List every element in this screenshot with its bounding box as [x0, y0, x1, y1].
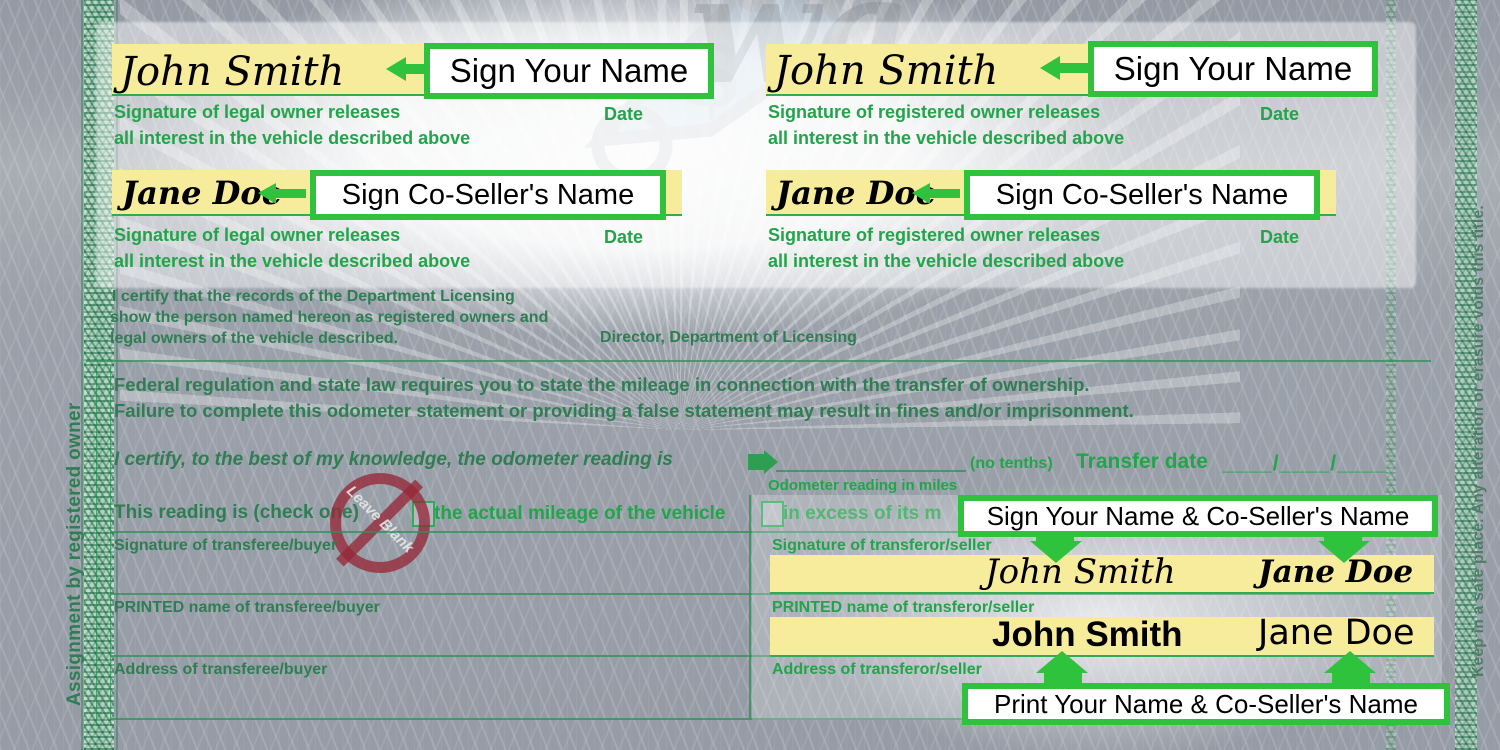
callout-sign-your-name-right: Sign Your Name [1088, 41, 1378, 97]
certification-line2: show the person named hereon as register… [110, 309, 549, 326]
arrow-to-seller-co-signature [1318, 531, 1370, 563]
legal-co-owner-caption-line2: all interest in the vehicle described ab… [114, 251, 471, 271]
seller-printed-value: John Smith [992, 615, 1183, 654]
option-in-excess-label: in excess of its m [783, 503, 942, 524]
arrow-to-registered-owner-signature [1040, 54, 1090, 82]
arrow-to-seller-printed [1036, 651, 1088, 685]
registered-co-owner-date-label: Date [1260, 227, 1300, 247]
director-label: Director, Department of Licensing [600, 329, 857, 346]
federal-regulation-line1: Federal regulation and state law require… [114, 374, 1090, 395]
section-divider-rule [86, 360, 1431, 362]
registered-owner-caption-line2: all interest in the vehicle described ab… [768, 128, 1125, 148]
legal-owner-caption-line2: all interest in the vehicle described ab… [114, 128, 471, 148]
transfer-column-divider [749, 495, 751, 718]
legal-co-owner-date-label: Date [604, 227, 644, 247]
callout-print-both-names: Print Your Name & Co-Seller's Name [962, 683, 1450, 725]
arrow-to-legal-co-owner-signature [258, 181, 306, 205]
checkbox-actual-mileage[interactable] [412, 501, 435, 527]
registered-owner-caption-line1: Signature of registered owner releases [768, 102, 1101, 122]
assignment-box-inner-rule [110, 366, 111, 726]
certification-line3: legal owners of the vehicle described. [110, 330, 399, 347]
seller-address-caption: Address of transferor/seller [772, 661, 982, 678]
arrow-to-registered-co-owner-signature [912, 181, 960, 205]
odometer-certify-text: I certify, to the best of my knowledge, … [114, 449, 673, 470]
legal-co-owner-caption-line1: Signature of legal owner releases [114, 225, 401, 245]
buyer-signature-caption: Signature of transferee/buyer [114, 537, 338, 554]
federal-regulation-line2: Failure to complete this odometer statem… [114, 400, 1134, 421]
arrow-to-seller-co-printed [1324, 651, 1376, 685]
legal-owner-date-label: Date [604, 104, 644, 124]
certification-line1: I certify that the records of the Depart… [112, 288, 515, 305]
check-one-text: This reading is (check one) [114, 502, 359, 523]
callout-sign-your-name-left: Sign Your Name [424, 43, 714, 99]
no-tenths-label: (no tenths) [970, 455, 1053, 472]
buyer-printed-field[interactable] [330, 617, 730, 647]
keep-safe-notice-label: Keep in a safe place. Any alteration or … [1470, 205, 1487, 678]
registered-owner-date-label: Date [1260, 104, 1300, 124]
buyer-address-field[interactable] [330, 679, 730, 709]
registered-co-owner-caption-line1: Signature of registered owner releases [768, 225, 1101, 245]
callout-sign-coseller-right: Sign Co-Seller's Name [964, 170, 1320, 220]
odometer-reading-caption: Odometer reading in miles [768, 477, 958, 494]
seller-signature-caption: Signature of transferor/seller [772, 537, 992, 554]
legal-owner-caption-line1: Signature of legal owner releases [114, 102, 401, 122]
registered-owner-signature-value: John Smith [774, 48, 999, 94]
buyer-address-caption: Address of transferee/buyer [114, 661, 328, 678]
seller-co-printed-value: Jane Doe [1258, 613, 1415, 653]
vehicle-title-document: $ wa Assignment by registered owner Keep… [0, 0, 1500, 750]
checkbox-in-excess[interactable] [761, 501, 784, 527]
option-actual-mileage-label: the actual mileage of the vehicle [434, 503, 726, 524]
odometer-reading-blank-line[interactable] [776, 470, 966, 472]
legal-owner-signature-value: John Smith [120, 49, 345, 95]
transfer-date-label: Transfer date [1076, 450, 1208, 473]
arrow-to-seller-signature [1030, 531, 1082, 563]
buyer-signature-field[interactable] [330, 555, 730, 585]
assignment-by-registered-owner-label: Assignment by registered owner [64, 402, 85, 706]
arrow-to-odometer-reading [748, 450, 778, 474]
buyer-printed-caption: PRINTED name of transferee/buyer [114, 599, 380, 616]
assignment-box-left-rule [96, 366, 97, 726]
transfer-date-value[interactable]: ____/____/____ [1222, 452, 1388, 476]
registered-co-owner-caption-line2: all interest in the vehicle described ab… [768, 251, 1125, 271]
callout-sign-coseller-left: Sign Co-Seller's Name [310, 170, 666, 220]
